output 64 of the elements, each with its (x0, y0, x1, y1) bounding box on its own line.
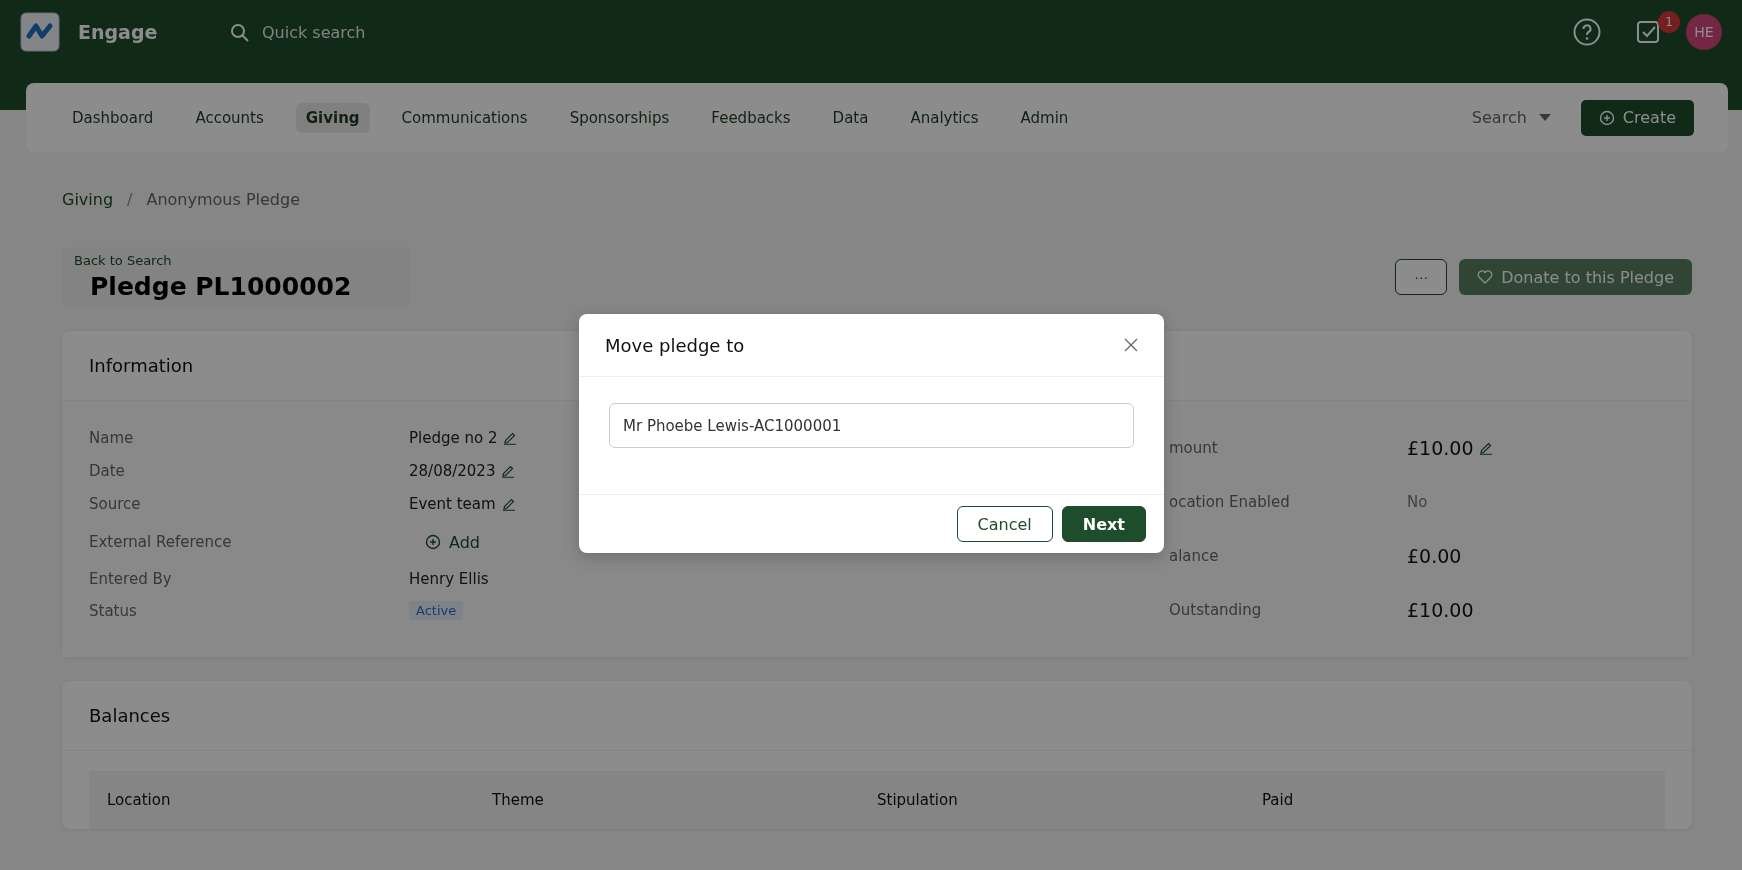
nav-tab[interactable]: Accounts (185, 102, 274, 133)
nav-tab[interactable]: Communications (391, 102, 538, 133)
plus-circle-icon (425, 534, 441, 550)
field-label: Entered By (89, 570, 173, 588)
nav-tab[interactable]: Analytics (900, 102, 989, 133)
nav-tab[interactable]: Admin (1010, 102, 1079, 133)
add-button[interactable]: Add (409, 532, 480, 552)
pencil-icon[interactable] (501, 496, 516, 511)
card-title: Information (89, 355, 194, 376)
search-icon (230, 22, 250, 43)
field-value: Henry Ellis (409, 570, 489, 588)
donate-button[interactable]: Donate to this Pledge (1459, 259, 1692, 295)
create-button[interactable]: Create (1580, 99, 1694, 136)
field-value: No (1407, 493, 1428, 511)
breadcrumb-separator: / (127, 190, 133, 209)
nav-tab[interactable]: Sponsorships (559, 102, 680, 133)
dialog-title: Move pledge to (605, 334, 745, 356)
breadcrumb-current: Anonymous Pledge (146, 190, 300, 209)
close-icon[interactable] (1124, 338, 1138, 352)
app-name: Engage (78, 21, 158, 43)
back-link[interactable]: Back to Search (74, 253, 352, 268)
field-value: £10.00 (1407, 599, 1474, 621)
field-label: Date (89, 461, 126, 480)
plus-circle-icon (1598, 109, 1615, 126)
field-value: £0.00 (1407, 545, 1462, 567)
caret-icon (1538, 114, 1551, 121)
next-button[interactable]: Next (1061, 506, 1146, 542)
field-label: alance (1169, 547, 1220, 565)
notification-badge: 1 (1658, 11, 1680, 33)
column-header: Stipulation (877, 791, 959, 809)
cancel-button[interactable]: Cancel (956, 506, 1053, 542)
field-label: mount (1169, 439, 1219, 457)
nav-tab[interactable]: Giving (295, 102, 370, 133)
column-header: Paid (1262, 791, 1295, 809)
nav-tab[interactable]: Feedbacks (701, 102, 801, 133)
column-header: Location (107, 791, 172, 809)
field-value: Pledge no 2 (409, 428, 498, 447)
pencil-icon[interactable] (503, 430, 518, 445)
more-button[interactable]: ··· (1395, 259, 1448, 295)
pencil-icon[interactable] (1479, 441, 1494, 455)
nav-tab[interactable]: Data (822, 102, 879, 133)
field-label: Name (89, 428, 135, 447)
column-header: Theme (492, 791, 545, 809)
account-field[interactable]: Mr Phoebe Lewis-AC1000001 (609, 403, 1134, 448)
field-label: External Reference (89, 533, 233, 551)
user-avatar[interactable]: HE (1686, 14, 1722, 50)
page-title: Pledge PL1000002 (90, 272, 352, 301)
heart-icon (1477, 270, 1494, 284)
field-label: Source (89, 494, 142, 513)
quick-search-field[interactable]: Quick search (260, 22, 464, 43)
field-label: ocation Enabled (1169, 493, 1291, 511)
field-label: Outstanding (1169, 601, 1263, 619)
logo-icon (20, 12, 60, 52)
status-badge: Active (409, 601, 464, 620)
search-dropdown[interactable]: Search (1465, 107, 1557, 128)
field-label: Status (89, 601, 138, 620)
card-title: Balances (89, 705, 171, 726)
field-value: £10.00 (1407, 437, 1474, 459)
nav-tab[interactable]: Dashboard (62, 102, 164, 133)
field-value: 28/08/2023 (409, 461, 496, 480)
field-value: Event team (409, 494, 496, 513)
breadcrumb-link[interactable]: Giving (62, 190, 114, 209)
help-icon[interactable] (1572, 17, 1602, 47)
pencil-icon[interactable] (501, 463, 516, 478)
